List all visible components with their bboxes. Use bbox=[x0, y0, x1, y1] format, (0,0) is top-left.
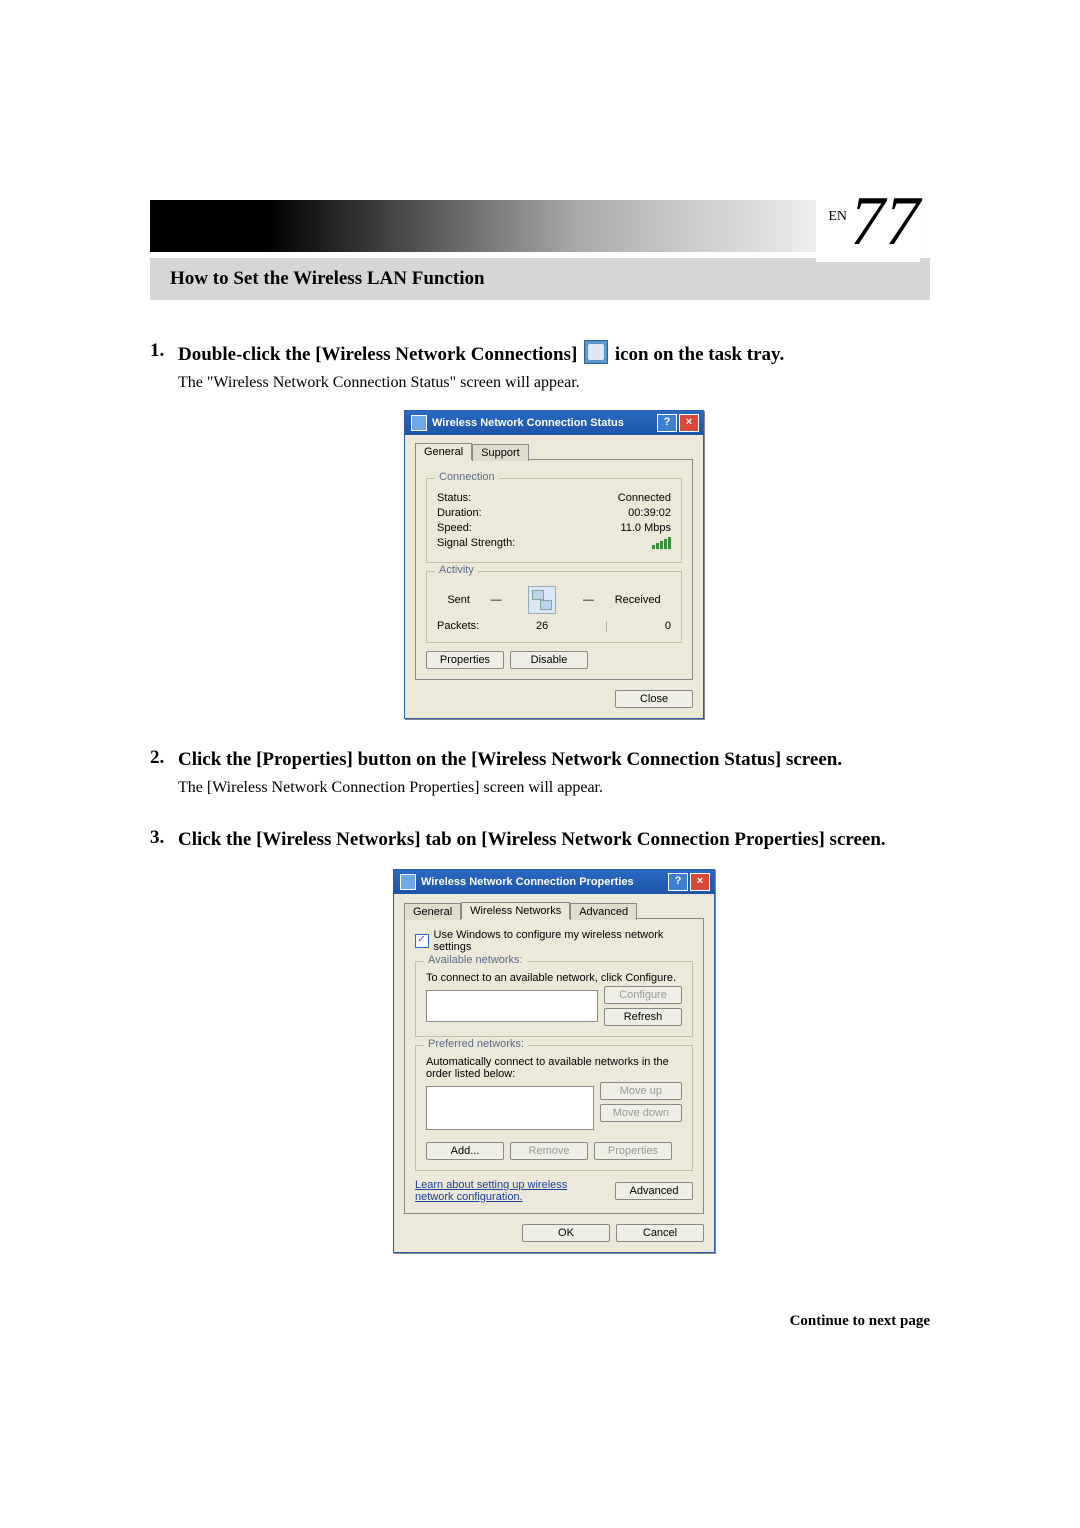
properties-button[interactable]: Properties bbox=[426, 651, 504, 669]
status-label: Status: bbox=[437, 492, 471, 504]
speed-label: Speed: bbox=[437, 522, 472, 534]
props-tabs: General Wireless Networks Advanced bbox=[404, 902, 704, 919]
help-button[interactable]: ? bbox=[657, 414, 677, 432]
cancel-button[interactable]: Cancel bbox=[616, 1224, 704, 1242]
use-windows-label: Use Windows to configure my wireless net… bbox=[434, 929, 694, 953]
activity-received-label: Received bbox=[615, 594, 661, 606]
remove-button[interactable]: Remove bbox=[510, 1142, 588, 1160]
preferred-networks-list[interactable] bbox=[426, 1086, 594, 1130]
help-button[interactable]: ? bbox=[668, 873, 688, 891]
activity-group: Activity Sent — — Received Packets: bbox=[426, 571, 682, 643]
en-label: EN bbox=[828, 209, 847, 224]
close-button[interactable]: Close bbox=[615, 690, 693, 708]
signal-label: Signal Strength: bbox=[437, 537, 515, 549]
wireless-tray-icon bbox=[584, 340, 608, 364]
continue-next-page: Continue to next page bbox=[150, 1313, 930, 1330]
status-dialog-title: Wireless Network Connection Status bbox=[432, 417, 655, 429]
available-legend: Available networks: bbox=[424, 954, 527, 966]
advanced-button[interactable]: Advanced bbox=[615, 1182, 693, 1200]
step-3-heading: Click the [Wireless Networks] tab on [Wi… bbox=[178, 827, 930, 853]
packets-label: Packets: bbox=[437, 620, 479, 632]
available-networks-list[interactable] bbox=[426, 990, 598, 1022]
move-up-button[interactable]: Move up bbox=[600, 1082, 682, 1100]
packets-received: 0 bbox=[665, 620, 671, 632]
learn-link[interactable]: Learn about setting up wireless network … bbox=[415, 1179, 585, 1203]
connection-legend: Connection bbox=[435, 471, 499, 483]
status-value: Connected bbox=[618, 492, 671, 504]
activity-icon bbox=[528, 586, 556, 614]
preferred-networks-group: Preferred networks: Automatically connec… bbox=[415, 1045, 693, 1171]
duration-value: 00:39:02 bbox=[628, 507, 671, 519]
connection-group: Connection Status:Connected Duration:00:… bbox=[426, 478, 682, 563]
window-icon bbox=[411, 415, 427, 431]
tab-advanced[interactable]: Advanced bbox=[570, 903, 637, 920]
step-1-heading-pre: Double-click the [Wireless Network Conne… bbox=[178, 344, 582, 365]
page-number: 77 bbox=[850, 183, 920, 260]
available-networks-group: Available networks: To connect to an ava… bbox=[415, 961, 693, 1037]
activity-legend: Activity bbox=[435, 564, 478, 576]
section-title-bar: How to Set the Wireless LAN Function bbox=[150, 258, 930, 300]
use-windows-checkbox[interactable]: ✓ bbox=[415, 934, 429, 948]
props-titlebar: Wireless Network Connection Properties ?… bbox=[394, 870, 714, 894]
add-button[interactable]: Add... bbox=[426, 1142, 504, 1160]
step-1-heading-post: icon on the task tray. bbox=[615, 344, 784, 365]
figure-status-dialog: Wireless Network Connection Status ? × G… bbox=[178, 410, 930, 719]
configure-button[interactable]: Configure bbox=[604, 986, 682, 1004]
props-dialog-title: Wireless Network Connection Properties bbox=[421, 876, 666, 888]
status-dialog: Wireless Network Connection Status ? × G… bbox=[404, 410, 704, 719]
step-2-sub: The [Wireless Network Connection Propert… bbox=[178, 777, 930, 799]
step-1-sub: The "Wireless Network Connection Status"… bbox=[178, 372, 930, 394]
tab-support[interactable]: Support bbox=[472, 444, 529, 461]
close-icon[interactable]: × bbox=[679, 414, 699, 432]
close-icon[interactable]: × bbox=[690, 873, 710, 891]
step-1: Double-click the [Wireless Network Conne… bbox=[150, 340, 930, 719]
tab-general[interactable]: General bbox=[415, 443, 472, 460]
figure-properties-dialog: Wireless Network Connection Properties ?… bbox=[178, 869, 930, 1253]
step-2-heading: Click the [Properties] button on the [Wi… bbox=[178, 747, 930, 773]
window-icon bbox=[400, 874, 416, 890]
speed-value: 11.0 Mbps bbox=[620, 522, 671, 534]
activity-sent-label: Sent bbox=[447, 594, 470, 606]
tab-wireless-networks[interactable]: Wireless Networks bbox=[461, 902, 570, 919]
preferred-legend: Preferred networks: bbox=[424, 1038, 528, 1050]
step-3: Click the [Wireless Networks] tab on [Wi… bbox=[150, 827, 930, 1253]
step-2: Click the [Properties] button on the [Wi… bbox=[150, 747, 930, 799]
status-titlebar: Wireless Network Connection Status ? × bbox=[405, 411, 703, 435]
refresh-button[interactable]: Refresh bbox=[604, 1008, 682, 1026]
duration-label: Duration: bbox=[437, 507, 482, 519]
preferred-desc: Automatically connect to available netwo… bbox=[426, 1056, 682, 1080]
disable-button[interactable]: Disable bbox=[510, 651, 588, 669]
status-tabs: General Support bbox=[415, 443, 693, 460]
packets-sent: 26 bbox=[536, 620, 548, 632]
move-down-button[interactable]: Move down bbox=[600, 1104, 682, 1122]
section-title: How to Set the Wireless LAN Function bbox=[170, 268, 485, 289]
signal-strength-icon bbox=[652, 537, 671, 549]
tab-general-props[interactable]: General bbox=[404, 903, 461, 920]
available-desc: To connect to an available network, clic… bbox=[426, 972, 682, 984]
ok-button[interactable]: OK bbox=[522, 1224, 610, 1242]
header-bar: EN77 bbox=[150, 200, 930, 252]
properties-dialog: Wireless Network Connection Properties ?… bbox=[393, 869, 715, 1253]
properties-pref-button[interactable]: Properties bbox=[594, 1142, 672, 1160]
page-number-wrap: EN77 bbox=[816, 182, 920, 262]
step-1-heading: Double-click the [Wireless Network Conne… bbox=[178, 340, 930, 368]
